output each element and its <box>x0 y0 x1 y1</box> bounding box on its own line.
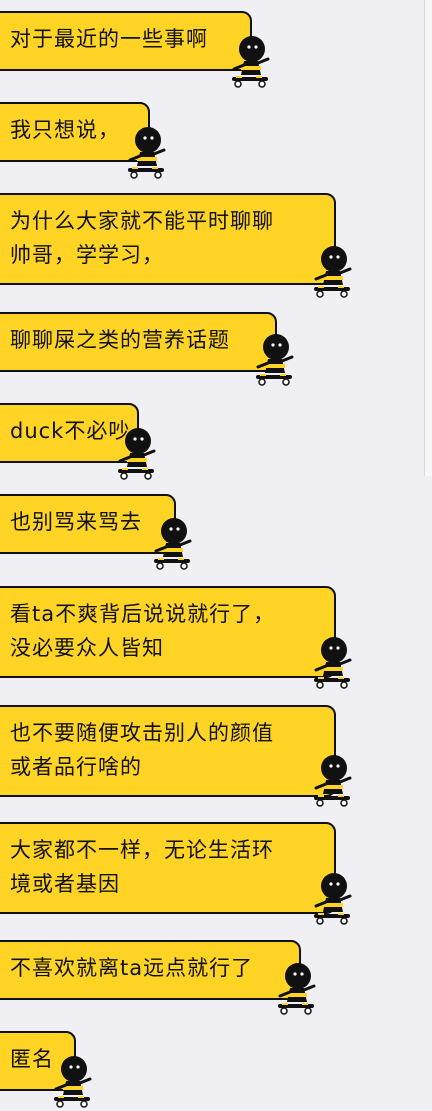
message-text: 不喜欢就离ta远点就行了 <box>10 956 254 980</box>
skateboard-character-icon <box>310 754 354 808</box>
message-text: 大家都不一样，无论生活环 <box>10 838 274 862</box>
message-text: 也别骂来骂去 <box>10 510 142 534</box>
skateboard-character-icon <box>310 872 354 926</box>
message-bubble-4[interactable]: 聊聊屎之类的营养话题 <box>0 312 277 372</box>
skateboard-character-icon <box>310 636 354 690</box>
message-bubble-9[interactable]: 大家都不一样，无论生活环 境或者基因 <box>0 822 336 914</box>
message-text: 对于最近的一些事啊 <box>10 27 208 51</box>
message-text: 看ta不爽背后说说就行了， <box>10 602 276 626</box>
skateboard-character-icon <box>124 126 168 180</box>
message-text: duck不必吵 <box>10 419 131 443</box>
message-bubble-8[interactable]: 也不要随便攻击别人的颜值 或者品行啥的 <box>0 705 336 797</box>
message-text: 我只想说， <box>10 118 120 142</box>
skateboard-character-icon <box>50 1055 94 1109</box>
message-text: 为什么大家就不能平时聊聊 <box>10 209 274 233</box>
message-text: 没必要众人皆知 <box>10 636 164 660</box>
skateboard-character-icon <box>310 245 354 299</box>
message-text: 也不要随便攻击别人的颜值 <box>10 721 274 745</box>
message-bubble-7[interactable]: 看ta不爽背后说说就行了， 没必要众人皆知 <box>0 586 336 678</box>
skateboard-character-icon <box>150 517 194 571</box>
message-text: 帅哥，学学习， <box>10 243 164 267</box>
scrollbar-track[interactable] <box>424 0 432 476</box>
skateboard-character-icon <box>228 35 272 89</box>
skateboard-character-icon <box>252 333 296 387</box>
message-bubble-3[interactable]: 为什么大家就不能平时聊聊 帅哥，学学习， <box>0 193 336 285</box>
skateboard-character-icon <box>274 962 318 1016</box>
message-text: 或者品行啥的 <box>10 755 142 779</box>
message-text: 境或者基因 <box>10 872 120 896</box>
message-bubble-10[interactable]: 不喜欢就离ta远点就行了 <box>0 940 301 1000</box>
message-text: 聊聊屎之类的营养话题 <box>10 328 230 352</box>
message-bubble-1[interactable]: 对于最近的一些事啊 <box>0 11 252 71</box>
skateboard-character-icon <box>114 427 158 481</box>
